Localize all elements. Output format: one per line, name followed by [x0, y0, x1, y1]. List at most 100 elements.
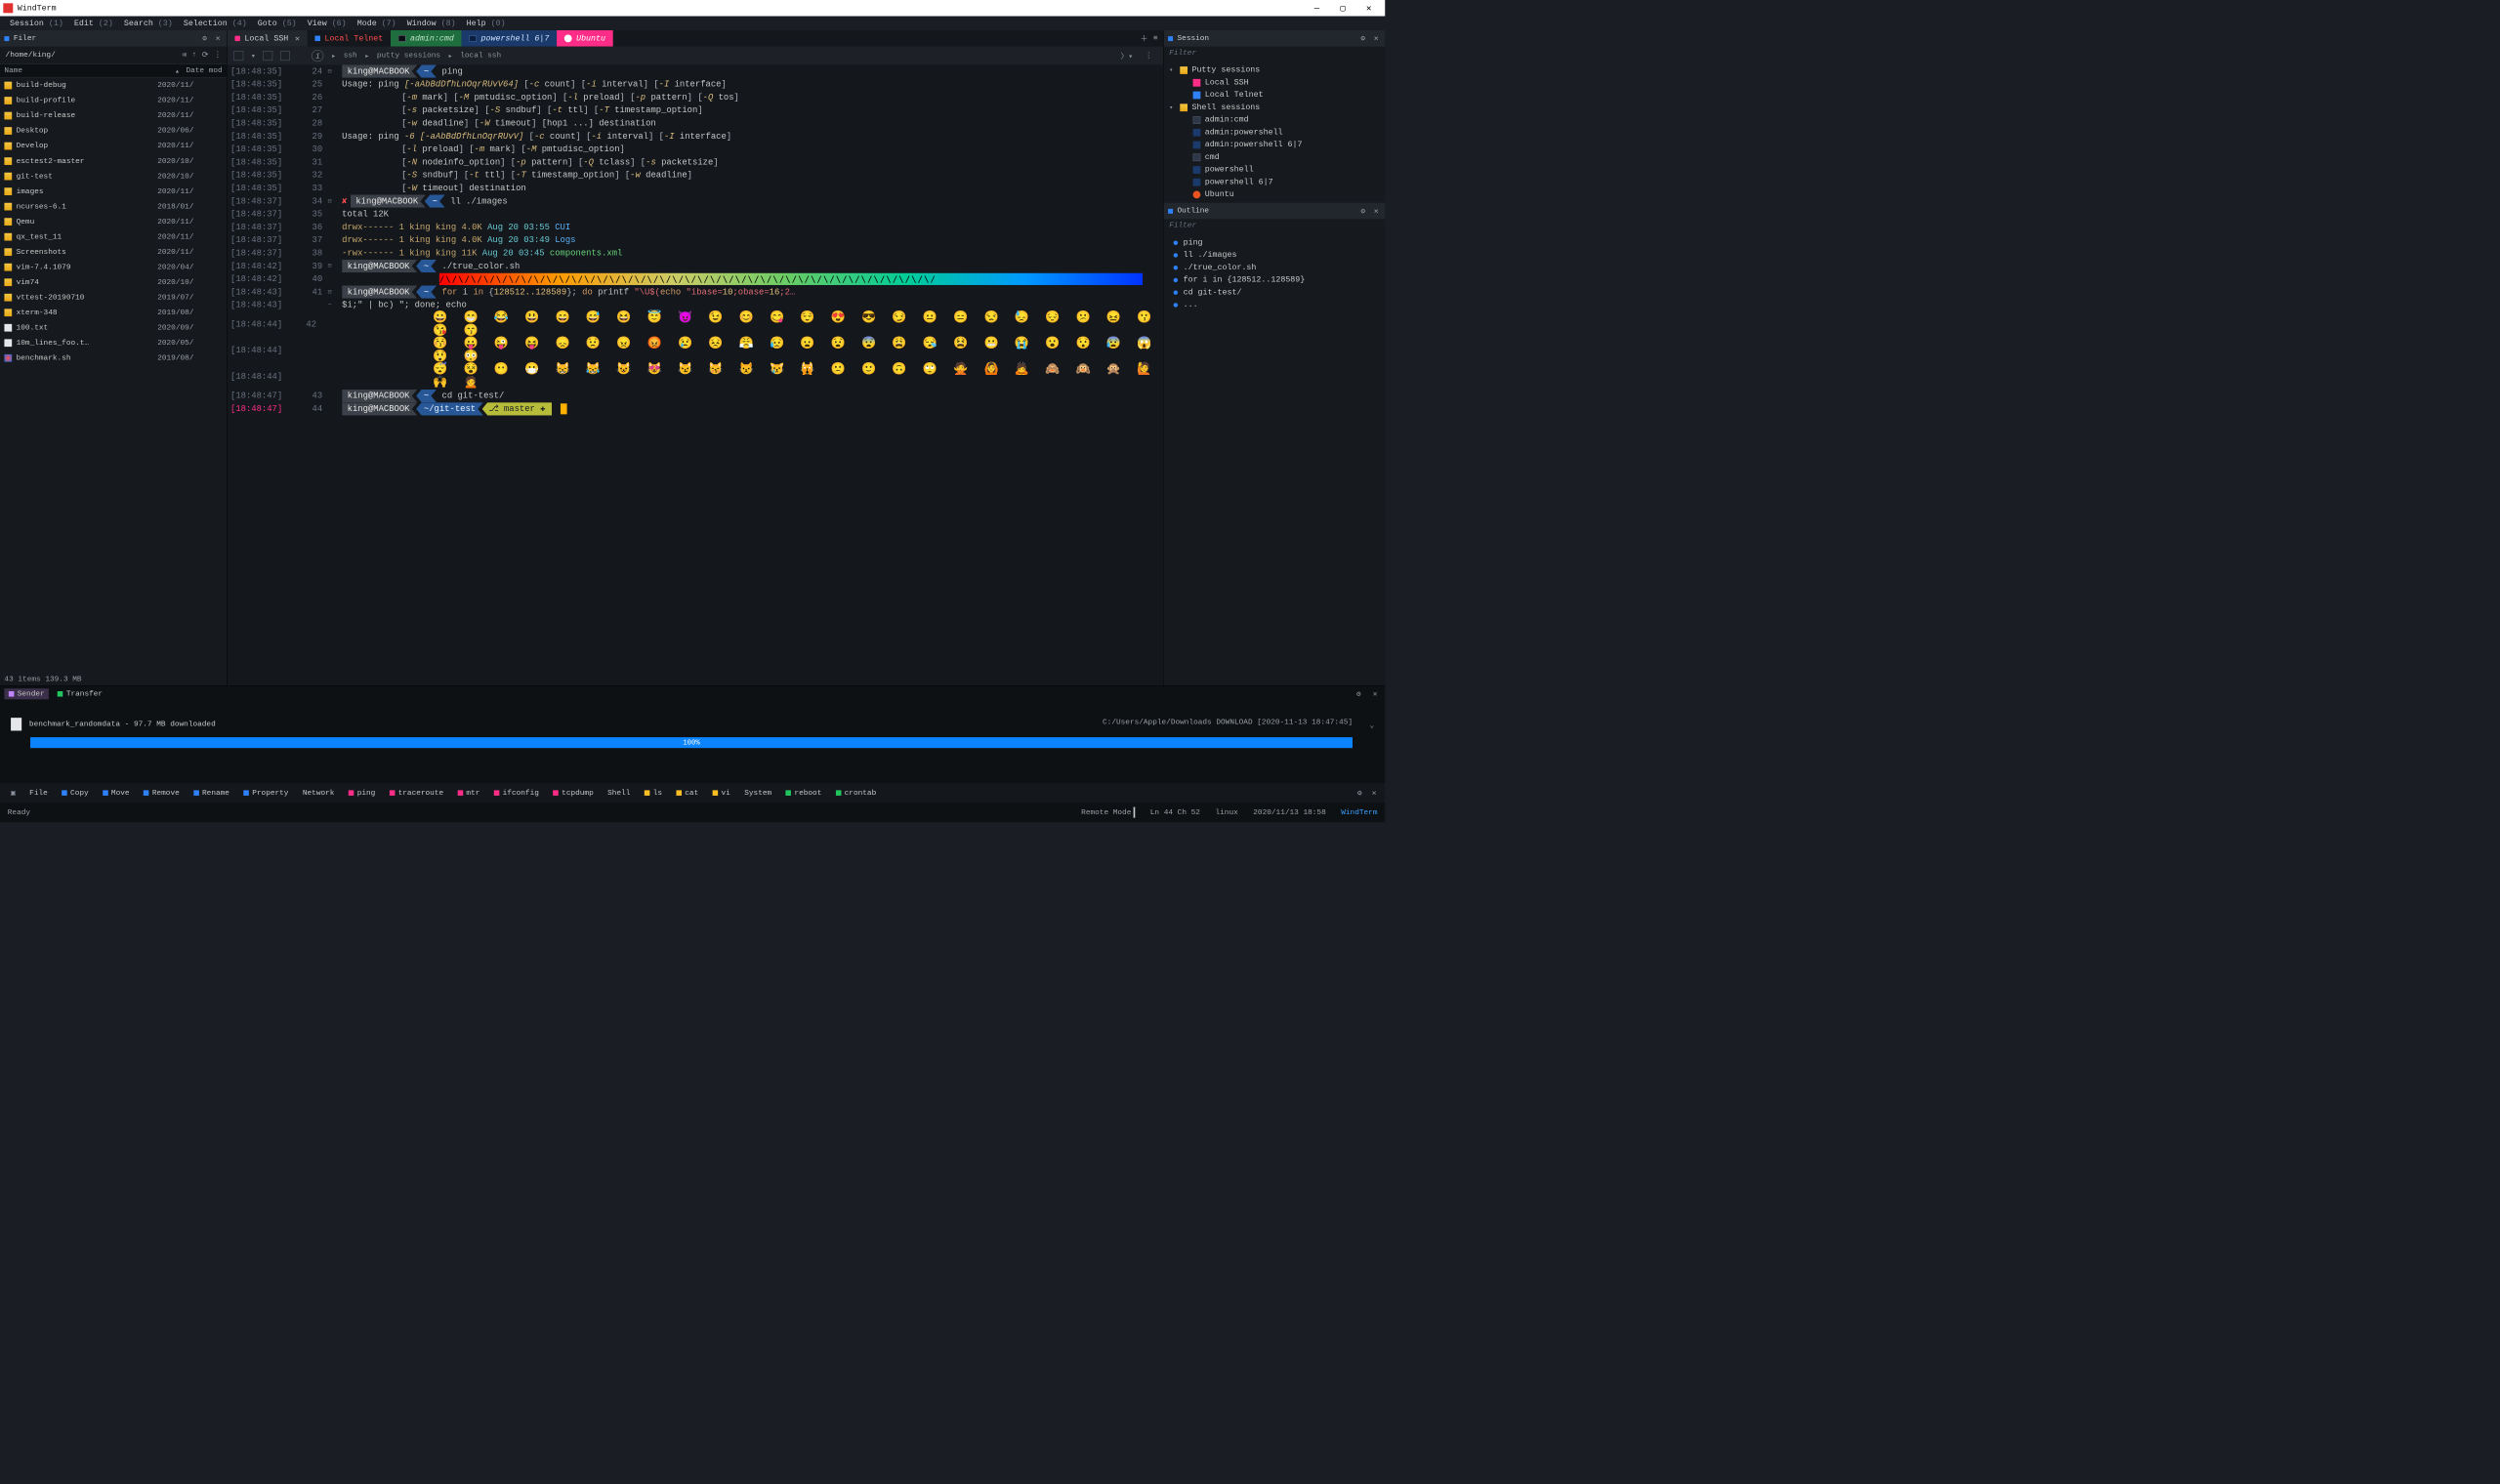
tab-sender[interactable]: Sender — [4, 688, 49, 699]
action-ping[interactable]: ping — [343, 787, 381, 800]
file-row[interactable]: Desktop 2020/06/ — [0, 123, 227, 139]
close-icon[interactable]: ✕ — [1369, 689, 1380, 698]
action-system[interactable]: System — [739, 787, 777, 800]
gear-icon[interactable]: ⚙ — [1358, 206, 1367, 215]
action-remove[interactable]: Remove — [138, 787, 185, 800]
file-row[interactable]: 10m_lines_foo.t… 2020/05/ — [0, 335, 227, 350]
action-mtr[interactable]: mtr — [452, 787, 485, 800]
close-tab-icon[interactable]: ✕ — [295, 33, 300, 44]
breadcrumb-local-ssh[interactable]: local ssh — [460, 52, 501, 61]
session-item[interactable]: powershell — [1167, 163, 1382, 176]
breadcrumb-ssh[interactable]: ssh — [344, 52, 357, 61]
action-rename[interactable]: Rename — [188, 787, 235, 800]
session-item[interactable]: Local Telnet — [1167, 89, 1382, 102]
session-group[interactable]: ▾Putty sessions — [1167, 63, 1382, 76]
session-group[interactable]: ▾Shell sessions — [1167, 102, 1382, 114]
close-icon[interactable]: ✕ — [1368, 788, 1379, 797]
file-row[interactable]: esctest2-master 2020/10/ — [0, 153, 227, 169]
file-row[interactable]: vttest-20190710 2019/07/ — [0, 290, 227, 306]
breadcrumb-next-icon[interactable]: 〉▾ — [1121, 51, 1133, 62]
breadcrumb-putty[interactable]: putty sessions — [377, 52, 440, 61]
refresh-icon[interactable]: ⟳ — [202, 51, 209, 60]
menu-selection[interactable]: Selection (4) — [181, 18, 250, 29]
menu-help[interactable]: Help (0) — [463, 18, 509, 29]
terminal-output[interactable]: [18:48:35]24⊟king@MACBOOK~ ping[18:48:35… — [228, 64, 1163, 685]
action-move[interactable]: Move — [98, 787, 136, 800]
file-row[interactable]: 100.txt 2020/09/ — [0, 320, 227, 336]
session-filter[interactable]: Filter — [1164, 47, 1386, 62]
split-horizontal-icon[interactable] — [233, 51, 243, 61]
new-tab-icon[interactable]: ＋ — [1141, 33, 1148, 44]
outline-filter[interactable]: Filter — [1164, 219, 1386, 234]
session-item[interactable]: Ubuntu — [1167, 188, 1382, 201]
action-cat[interactable]: cat — [671, 787, 704, 800]
menu-search[interactable]: Search (3) — [121, 18, 177, 29]
tab-local-telnet[interactable]: Local Telnet — [308, 30, 391, 47]
file-row[interactable]: Screenshots 2020/11/ — [0, 244, 227, 260]
session-item[interactable]: powershell 6|7 — [1167, 176, 1382, 188]
info-icon[interactable]: i — [312, 50, 323, 62]
action-grid[interactable]: ▣ — [6, 786, 21, 800]
tab-admin-cmd[interactable]: admin:cmd — [391, 30, 462, 47]
close-icon[interactable]: ✕ — [1372, 206, 1381, 215]
outline-item[interactable]: for i in {128512..128589} — [1167, 273, 1382, 286]
outline-item[interactable]: ll ./images — [1167, 249, 1382, 262]
gear-icon[interactable]: ⚙ — [1356, 689, 1361, 698]
close-window-button[interactable]: ✕ — [1355, 1, 1382, 17]
file-row[interactable]: build-debug 2020/11/ — [0, 78, 227, 94]
file-row[interactable]: vim74 2020/10/ — [0, 274, 227, 290]
action-property[interactable]: Property — [238, 787, 294, 800]
gear-icon[interactable]: ⚙ — [1354, 788, 1365, 797]
outline-item[interactable]: ./true_color.sh — [1167, 262, 1382, 274]
close-icon[interactable]: ✕ — [1372, 34, 1381, 43]
file-row[interactable]: build-release 2020/11/ — [0, 108, 227, 124]
session-item[interactable]: admin:powershell — [1167, 126, 1382, 139]
action-tcpdump[interactable]: tcpdump — [548, 787, 600, 800]
tab-powershell-67[interactable]: powershell 6|7 — [462, 30, 558, 47]
column-date[interactable]: Date mod — [186, 66, 222, 75]
action-vi[interactable]: vi — [707, 787, 735, 800]
file-row[interactable]: benchmark.sh 2019/08/ — [0, 350, 227, 366]
menu-window[interactable]: Window (8) — [403, 18, 459, 29]
menu-mode[interactable]: Mode (7) — [354, 18, 399, 29]
gear-icon[interactable]: ⚙ — [1358, 34, 1367, 43]
action-traceroute[interactable]: traceroute — [384, 787, 448, 800]
tab-transfer[interactable]: Transfer — [58, 689, 103, 698]
file-row[interactable]: Qemu 2020/11/ — [0, 214, 227, 229]
action-shell[interactable]: Shell — [603, 787, 636, 800]
action-file[interactable]: File — [24, 787, 54, 800]
list-tabs-icon[interactable]: ≡ — [1153, 34, 1158, 43]
outline-item[interactable]: cd git-test/ — [1167, 286, 1382, 299]
action-ls[interactable]: ls — [639, 787, 667, 800]
tab-ubuntu[interactable]: Ubuntu — [557, 30, 613, 47]
minimize-button[interactable]: — — [1304, 1, 1330, 17]
file-row[interactable]: qx_test_11 2020/11/ — [0, 229, 227, 245]
file-row[interactable]: vim-7.4.1079 2020/04/ — [0, 260, 227, 275]
current-path[interactable]: /home/king/ — [6, 51, 56, 60]
action-crontab[interactable]: crontab — [830, 787, 882, 800]
tab-local-ssh[interactable]: Local SSH ✕ — [228, 30, 308, 47]
session-item[interactable]: admin:cmd — [1167, 113, 1382, 126]
file-row[interactable]: build-profile 2020/11/ — [0, 93, 227, 108]
sort-icon[interactable]: ▴ — [175, 66, 180, 75]
action-ifconfig[interactable]: ifconfig — [488, 787, 544, 800]
clear-path-icon[interactable]: ⌫ — [182, 51, 187, 60]
outline-item[interactable]: ... — [1167, 299, 1382, 311]
action-reboot[interactable]: reboot — [780, 787, 827, 800]
maximize-button[interactable]: ▢ — [1330, 1, 1356, 17]
up-dir-icon[interactable]: ↑ — [192, 51, 197, 60]
detach-icon[interactable] — [280, 51, 290, 61]
close-icon[interactable]: ✕ — [214, 34, 223, 43]
outline-item[interactable]: ping — [1167, 236, 1382, 249]
action-copy[interactable]: Copy — [57, 787, 95, 800]
session-item[interactable]: admin:powershell 6|7 — [1167, 139, 1382, 151]
gear-icon[interactable]: ⚙ — [200, 34, 209, 43]
session-item[interactable]: Local SSH — [1167, 76, 1382, 89]
more-icon[interactable]: ⋮ — [214, 51, 222, 60]
file-row[interactable]: ncurses-6.1 2018/01/ — [0, 199, 227, 215]
split-vertical-icon[interactable] — [263, 51, 272, 61]
session-item[interactable]: cmd — [1167, 151, 1382, 164]
terminal-more-icon[interactable]: ⋮ — [1141, 51, 1157, 60]
menu-session[interactable]: Session (1) — [7, 18, 67, 29]
file-row[interactable]: Develop 2020/11/ — [0, 139, 227, 154]
